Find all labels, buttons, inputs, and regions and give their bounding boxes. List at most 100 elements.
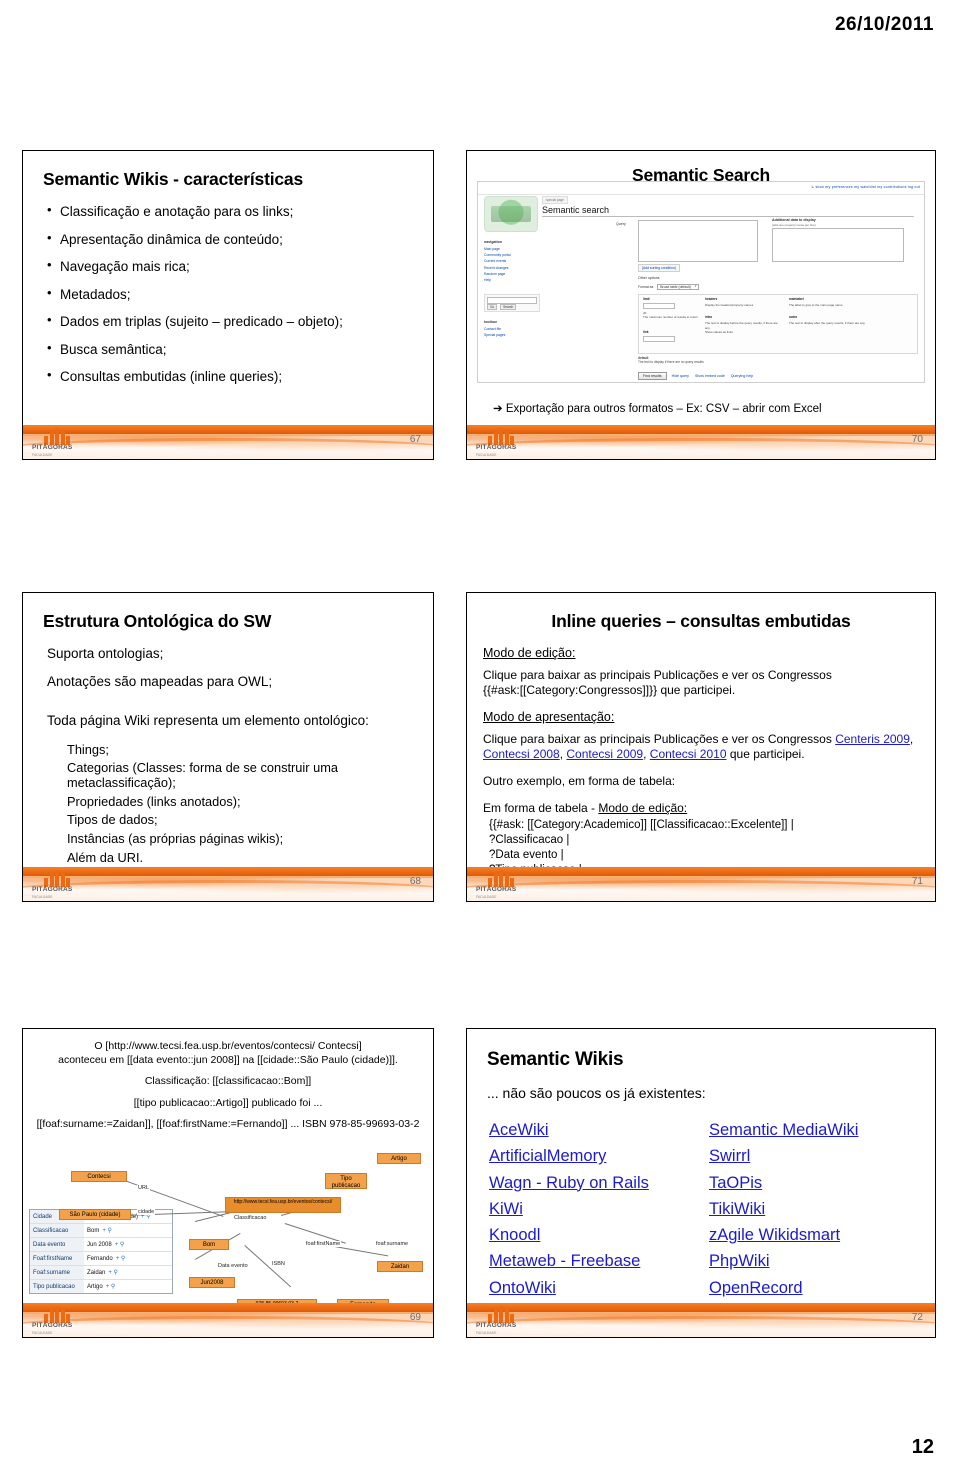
- link-phpwiki[interactable]: PhpWiki: [709, 1250, 919, 1272]
- annotation-line-2: Classificação: [[classificacao::Bom]]: [144, 1075, 312, 1088]
- option-value: Show values as links: [705, 330, 733, 335]
- go-button[interactable]: Go: [487, 304, 498, 310]
- list-item: Dados em triplas (sujeito – predicado – …: [45, 313, 417, 330]
- option-title: intro: [705, 315, 713, 320]
- querying-help-link[interactable]: Querying help: [731, 374, 753, 378]
- properties-table: Cidade São Paulo (cidade) + ⚲ Classifica…: [29, 1209, 173, 1294]
- additional-data-label: Additional data to display: [772, 218, 816, 222]
- link-kiwi[interactable]: KiWi: [489, 1198, 699, 1220]
- link-swirrl[interactable]: Swirrl: [709, 1145, 919, 1167]
- option-title: mainlabel: [789, 297, 804, 301]
- logo-sub: FACULDADE: [476, 894, 497, 899]
- link-semantic-mediawiki[interactable]: Semantic MediaWiki: [709, 1119, 919, 1141]
- slide-71: Inline queries – consultas embutidas Mod…: [466, 592, 936, 902]
- presentation-mode-paragraph: Clique para baixar as principais Publica…: [483, 732, 914, 761]
- slide-67-footer: PITÁGORAS FACULDADE 67: [23, 425, 433, 459]
- slide-70-body: Semantic Search ↳ sbon my preferences my…: [467, 151, 935, 425]
- magnifier-icon[interactable]: + ⚲: [108, 1269, 118, 1276]
- property-value: Zaidan + ⚲: [87, 1269, 118, 1277]
- footer-band: [467, 425, 935, 434]
- link-zagile-wikidsmart[interactable]: zAgile Wikidsmart: [709, 1224, 919, 1246]
- option-column-headers: headers Display the headers/property nam…: [705, 297, 783, 351]
- link-wagn[interactable]: Wagn - Ruby on Rails: [489, 1172, 699, 1194]
- link-knoodl[interactable]: Knoodl: [489, 1224, 699, 1246]
- link-contecsi-2010[interactable]: Contecsi 2010: [650, 747, 727, 761]
- edge-label-foaf-surname: foaf:surname: [375, 1241, 410, 1247]
- link-taopis[interactable]: TaOPis: [709, 1172, 919, 1194]
- options-panels: limit 20 The maximum number of results t…: [638, 294, 918, 354]
- edit-mode-label: Modo de edição:: [483, 646, 576, 660]
- logo-bars-icon: [488, 870, 514, 887]
- wiki-user-links[interactable]: ↳ sbon my preferences my watchlist my co…: [811, 185, 920, 189]
- presentation-mode-label: Modo de apresentação:: [483, 710, 615, 724]
- find-results-button[interactable]: Find results: [638, 372, 667, 380]
- pitagoras-logo: PITÁGORAS FACULDADE: [32, 870, 86, 900]
- default-option: default The text to display if there are…: [638, 356, 704, 364]
- magnifier-icon[interactable]: + ⚲: [102, 1227, 112, 1234]
- limit-input[interactable]: [643, 302, 675, 309]
- link-centeris-2009[interactable]: Centeris 2009: [835, 732, 910, 746]
- hide-query-link[interactable]: Hide query: [672, 374, 689, 378]
- logo-word: PITÁGORAS: [32, 1321, 73, 1329]
- list-item: Instâncias (as próprias páginas wikis);: [67, 831, 284, 847]
- search-button[interactable]: Search: [500, 304, 517, 310]
- list-item: Categorias (Classes: forma de se constru…: [67, 760, 338, 790]
- query-textarea[interactable]: [638, 220, 758, 262]
- link-contecsi-2009[interactable]: Contecsi 2009: [566, 747, 643, 761]
- pitagoras-logo: PITÁGORAS FACULDADE: [476, 870, 530, 900]
- graph-node-jun2008: Jun2008: [189, 1277, 235, 1288]
- link-artificialmemory[interactable]: ArtificialMemory: [489, 1145, 699, 1167]
- graph-node-url: http://www.tecsi.fea.usp.br/eventos/cont…: [225, 1197, 341, 1213]
- toolbox-item[interactable]: Special pages: [484, 332, 540, 338]
- option-column-mainlabel: mainlabel The label to give to the main …: [789, 297, 867, 351]
- other-options-label: Other options: [638, 276, 660, 280]
- magnifier-icon[interactable]: + ⚲: [116, 1255, 126, 1262]
- additional-data-sublabel: (add one property name per line): [772, 223, 816, 227]
- list-item: Suporta ontologias;: [47, 646, 164, 661]
- nav-item[interactable]: Help: [484, 277, 540, 283]
- rdf-graph-diagram: Cidade São Paulo (cidade) + ⚲ Classifica…: [29, 1149, 427, 1310]
- logo-sub: FACULDADE: [476, 1330, 497, 1335]
- wiki-search-input[interactable]: [487, 297, 537, 304]
- slide-67-bullet-list: Classificação e anotação para os links; …: [39, 203, 417, 385]
- link-openrecord[interactable]: OpenRecord: [709, 1277, 919, 1299]
- magnifier-icon[interactable]: + ⚲: [115, 1241, 125, 1248]
- format-row: Format as Broad table (default): [638, 284, 699, 290]
- slide-68-bullet-list: Suporta ontologias; Anotações são mapead…: [39, 646, 417, 729]
- logo-bars-icon: [44, 870, 70, 887]
- logo-word: PITÁGORAS: [476, 443, 517, 451]
- slide-72-body: Semantic Wikis ... não são poucos os já …: [467, 1029, 935, 1303]
- show-embed-code-link[interactable]: Show embed code: [695, 374, 725, 378]
- link-acewiki[interactable]: AceWiki: [489, 1119, 699, 1141]
- slide-71-title: Inline queries – consultas embutidas: [551, 611, 851, 631]
- link-contecsi-2008[interactable]: Contecsi 2008: [483, 747, 560, 761]
- link-tikiwiki[interactable]: TikiWiki: [709, 1198, 919, 1220]
- graph-node-tipo-publicacao: Tipo publicacao: [325, 1173, 367, 1189]
- table-form-link[interactable]: Modo de edição:: [598, 801, 687, 815]
- link-metaweb-freebase[interactable]: Metaweb - Freebase: [489, 1250, 699, 1272]
- logo-bars-icon: [44, 1306, 70, 1323]
- option-help: The label to give to the main page name: [789, 302, 843, 307]
- list-item: Navegação mais rica;: [45, 258, 417, 275]
- link-ontowiki[interactable]: OntoWiki: [489, 1277, 699, 1299]
- format-select[interactable]: Broad table (default): [657, 284, 699, 290]
- slide-70: Semantic Search ↳ sbon my preferences my…: [466, 150, 936, 460]
- option-value: Display the headers/property names: [705, 302, 754, 307]
- list-item: Metadados;: [45, 286, 417, 303]
- slide-68-title: Estrutura Ontológica do SW: [43, 611, 272, 631]
- slide-number: 67: [409, 434, 421, 445]
- additional-data-textarea[interactable]: [772, 228, 904, 262]
- edge-label-foaf-firstname: foaf:firstName: [305, 1241, 342, 1247]
- slide-number: 68: [409, 876, 421, 887]
- magnifier-icon[interactable]: + ⚲: [106, 1283, 116, 1290]
- edit-mode-paragraph: Clique para baixar as principais Publica…: [483, 668, 921, 698]
- slide-69-annotation-text: O [http://www.tecsi.fea.usp.br/eventos/c…: [31, 1039, 425, 1131]
- slide-72-footer: PITÁGORAS FACULDADE 72: [467, 1303, 935, 1337]
- slide-68-footer: PITÁGORAS FACULDADE 68: [23, 867, 433, 901]
- option-help: The maximum number of results to return: [643, 315, 699, 320]
- special-page-tab[interactable]: special page: [542, 196, 568, 204]
- slide-72-intro: ... não são poucos os já existentes:: [487, 1085, 706, 1101]
- page-date: 26/10/2011: [834, 14, 934, 35]
- add-sorting-condition-link[interactable]: [Add sorting condition]: [638, 264, 680, 272]
- link-input[interactable]: [643, 335, 675, 342]
